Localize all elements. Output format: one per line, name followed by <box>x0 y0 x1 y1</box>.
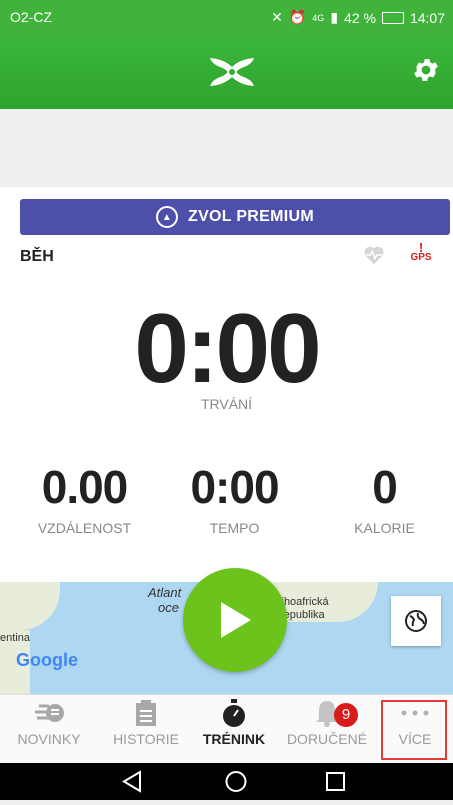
tab-historie[interactable]: HISTORIE <box>101 695 191 764</box>
mute-icon: ✕ <box>271 9 283 25</box>
battery-icon <box>381 11 404 24</box>
tab-novinky[interactable]: NOVINKY <box>4 695 94 764</box>
calories-label: KALORIE <box>354 520 415 536</box>
duration-label: TRVÁNÍ <box>200 396 253 412</box>
notification-badge: 9 <box>334 703 358 727</box>
distance-stat: 0.00 VZDÁLENOST <box>9 460 160 536</box>
play-icon <box>221 602 251 638</box>
map-type-button[interactable] <box>391 596 441 646</box>
stopwatch-icon <box>223 699 245 727</box>
premium-label: ZVOL PREMIUM <box>188 208 314 225</box>
pace-label: TEMPO <box>209 520 260 536</box>
duration-value: 0:00 <box>134 293 321 403</box>
alarm-icon: ⏰ <box>288 9 307 25</box>
home-icon[interactable] <box>225 771 247 792</box>
globe-icon <box>405 610 427 632</box>
time-label: 14:07 <box>409 9 445 26</box>
heart-rate-icon[interactable] <box>363 245 385 265</box>
tab-label: HISTORIE <box>113 731 179 747</box>
calories-stat: 0 KALORIE <box>309 460 453 536</box>
map-label-atlantic-1: Atlant <box>148 585 182 600</box>
tab-trenink[interactable]: TRÉNINK <box>189 695 279 764</box>
pace-stat: 0:00 TEMPO <box>159 460 310 536</box>
tab-label: DORUČENÉ <box>286 731 368 747</box>
premium-badge-icon: ▲ <box>156 206 178 228</box>
signal-icon: ▮ <box>330 9 339 25</box>
map-land-south-america <box>0 582 60 630</box>
banner-area <box>0 109 453 188</box>
map-label-argentina: entina <box>0 632 30 644</box>
distance-label: VZDÁLENOST <box>37 520 132 536</box>
app-bar <box>0 33 453 109</box>
back-icon[interactable] <box>122 770 141 793</box>
network-label: 4G <box>312 12 325 23</box>
google-attribution: Google <box>16 650 78 671</box>
feed-icon <box>35 704 64 722</box>
pace-value: 0:00 <box>190 461 279 513</box>
gps-status[interactable]: ! GPS <box>409 241 433 263</box>
gps-label: GPS <box>410 252 432 263</box>
tab-dorucene[interactable]: DORUČENÉ <box>282 695 372 764</box>
gear-icon[interactable] <box>411 55 441 85</box>
under-armour-logo-icon <box>210 58 254 86</box>
battery-label: 42 % <box>344 9 376 26</box>
system-nav-bar <box>0 763 453 800</box>
tab-label: TRÉNINK <box>202 731 266 747</box>
recents-icon[interactable] <box>326 772 345 791</box>
calories-value: 0 <box>372 461 398 513</box>
distance-value: 0.00 <box>41 461 129 513</box>
start-workout-button[interactable] <box>183 568 287 672</box>
premium-button[interactable]: ▲ ZVOL PREMIUM <box>20 199 450 235</box>
map-label-atlantic-2: oce <box>158 600 179 615</box>
status-bar: O2-CZ ✕ ⏰ 4G ▮ 42 % 14:07 <box>0 0 453 33</box>
google-logo-text: Google <box>16 650 78 670</box>
carrier-label: O2-CZ <box>10 9 52 25</box>
activity-type[interactable]: BĚH <box>20 248 54 266</box>
status-icons: ✕ ⏰ 4G ▮ 42 % 14:07 <box>271 9 445 26</box>
highlight-box <box>381 700 447 760</box>
tab-label: NOVINKY <box>17 731 81 747</box>
history-icon <box>136 700 156 726</box>
